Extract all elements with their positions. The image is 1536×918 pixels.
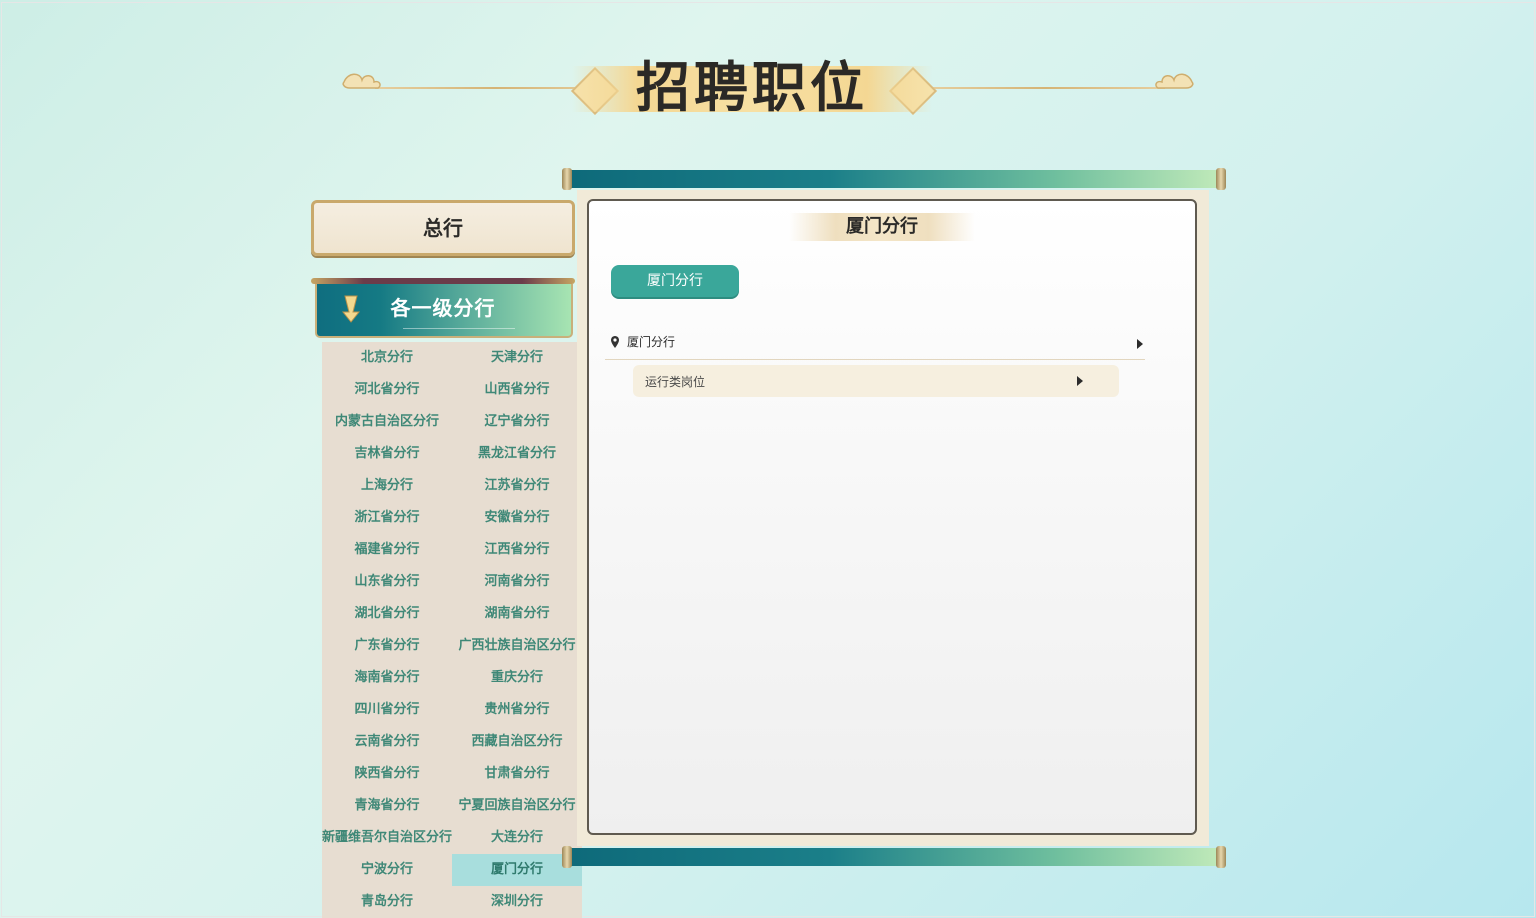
branch-item[interactable]: 山西省分行 (452, 374, 582, 406)
branch-item[interactable]: 甘肃省分行 (452, 758, 582, 790)
branch-item[interactable]: 贵州省分行 (452, 694, 582, 726)
rod-cap (562, 846, 572, 868)
branch-item[interactable]: 广东省分行 (322, 630, 452, 662)
branch-item[interactable]: 宁夏回族自治区分行 (452, 790, 582, 822)
branch-item[interactable]: 云南省分行 (322, 726, 452, 758)
category-row[interactable]: 运行类岗位 (633, 365, 1119, 397)
branch-item[interactable]: 广西壮族自治区分行 (452, 630, 582, 662)
category-label: 运行类岗位 (645, 375, 706, 389)
branch-item[interactable]: 深圳分行 (452, 886, 582, 918)
header-underline (403, 328, 515, 329)
branch-item[interactable]: 陕西省分行 (322, 758, 452, 790)
branch-item[interactable]: 辽宁省分行 (452, 406, 582, 438)
branch-tab[interactable]: 厦门分行 (611, 265, 739, 297)
rod-cap (562, 168, 572, 190)
branch-item[interactable]: 新疆维吾尔自治区分行 (322, 822, 452, 854)
branch-item[interactable]: 青岛分行 (322, 886, 452, 918)
branch-item[interactable]: 河南省分行 (452, 566, 582, 598)
caret-right-icon (1077, 376, 1083, 386)
branch-item[interactable]: 内蒙古自治区分行 (322, 406, 452, 438)
branches-header: 各一级分行 (311, 278, 575, 340)
rod-cap (1216, 168, 1226, 190)
branch-item[interactable]: 上海分行 (322, 470, 452, 502)
scroll-rod-top (562, 168, 1226, 190)
branch-item[interactable]: 安徽省分行 (452, 502, 582, 534)
branch-item[interactable]: 湖北省分行 (322, 598, 452, 630)
jobs-panel: 厦门分行 厦门分行 厦门分行 运行类岗位 (587, 199, 1197, 835)
page-title: 招聘职位 (636, 55, 868, 119)
branch-item[interactable]: 吉林省分行 (322, 438, 452, 470)
branch-item[interactable]: 西藏自治区分行 (452, 726, 582, 758)
branch-item[interactable]: 黑龙江省分行 (452, 438, 582, 470)
rod-body (570, 170, 1218, 188)
branches-header-title: 各一级分行 (390, 296, 496, 320)
branch-item[interactable]: 青海省分行 (322, 790, 452, 822)
branch-item[interactable]: 海南省分行 (322, 662, 452, 694)
branch-item[interactable]: 四川省分行 (322, 694, 452, 726)
branch-item[interactable]: 河北省分行 (322, 374, 452, 406)
branch-list: 北京分行 天津分行 河北省分行 山西省分行 内蒙古自治区分行 辽宁省分行 吉林省分行 黑龙江省… (322, 342, 582, 918)
branch-item[interactable]: 湖南省分行 (452, 598, 582, 630)
branch-item[interactable]: 北京分行 (322, 342, 452, 374)
caret-right-icon (1137, 339, 1143, 349)
branch-item[interactable]: 天津分行 (452, 342, 582, 374)
rod-cap (1216, 846, 1226, 868)
title-banner: 招聘职位 (340, 52, 1200, 122)
branch-item[interactable]: 山东省分行 (322, 566, 452, 598)
map-pin-icon (611, 336, 619, 348)
branch-item[interactable]: 江苏省分行 (452, 470, 582, 502)
title-line-right (925, 87, 1165, 89)
branch-item[interactable]: 福建省分行 (322, 534, 452, 566)
panel-title: 厦门分行 (789, 213, 975, 241)
cloud-ornament-icon (342, 73, 381, 89)
rod-body (570, 848, 1218, 866)
branch-item[interactable]: 江西省分行 (452, 534, 582, 566)
location-label: 厦门分行 (627, 335, 676, 349)
branch-item[interactable]: 重庆分行 (452, 662, 582, 694)
scroll-rod-bottom (562, 846, 1226, 868)
branch-item[interactable]: 浙江省分行 (322, 502, 452, 534)
cloud-ornament-icon (1155, 73, 1194, 89)
location-row[interactable]: 厦门分行 (605, 327, 1145, 360)
branch-item[interactable]: 宁波分行 (322, 854, 452, 886)
hq-button[interactable]: 总行 (311, 200, 575, 256)
